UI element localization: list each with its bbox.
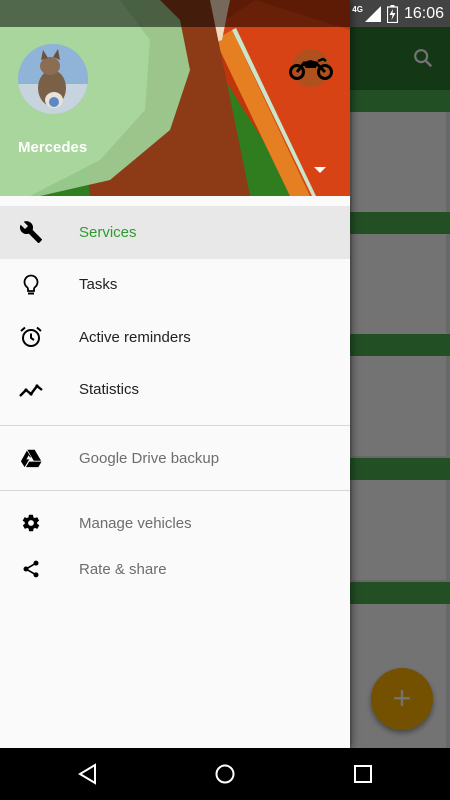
menu-item-label: Google Drive backup bbox=[79, 449, 220, 467]
motorcycle-icon[interactable] bbox=[286, 48, 336, 88]
wrench-icon bbox=[18, 219, 44, 245]
menu-item-google-drive-backup[interactable]: Google Drive backup bbox=[0, 435, 350, 481]
menu-item-services[interactable]: Services bbox=[0, 206, 350, 259]
avatar[interactable] bbox=[18, 44, 88, 114]
home-icon[interactable] bbox=[212, 761, 238, 787]
cat-photo bbox=[18, 44, 88, 114]
menu-item-label: Active reminders bbox=[79, 328, 191, 346]
status-bar: 4G 16:06 bbox=[0, 0, 450, 27]
share-icon bbox=[18, 556, 44, 582]
recents-icon[interactable] bbox=[350, 761, 376, 787]
alarm-clock-icon bbox=[18, 324, 44, 350]
status-time: 16:06 bbox=[403, 4, 444, 22]
drawer-menu: Services Tasks Active reminders Statisti… bbox=[0, 206, 350, 416]
chevron-down-icon[interactable] bbox=[308, 160, 332, 180]
account-name[interactable]: Mercedes bbox=[18, 139, 87, 156]
gear-icon bbox=[18, 510, 44, 536]
menu-item-active-reminders[interactable]: Active reminders bbox=[0, 311, 350, 364]
google-drive-icon bbox=[18, 445, 44, 471]
battery-icon bbox=[386, 4, 398, 23]
signal-icon bbox=[364, 5, 381, 22]
menu-item-label: Tasks bbox=[79, 276, 118, 294]
menu-item-tasks[interactable]: Tasks bbox=[0, 259, 350, 312]
menu-item-label: Services bbox=[79, 223, 137, 241]
navigation-drawer: Mercedes Services Tasks Active reminders… bbox=[0, 0, 350, 748]
menu-item-label: Rate & share bbox=[79, 560, 167, 578]
menu-item-manage-vehicles[interactable]: Manage vehicles bbox=[0, 500, 350, 546]
drawer-header: Mercedes bbox=[0, 0, 350, 196]
back-icon[interactable] bbox=[75, 761, 101, 787]
divider bbox=[0, 425, 350, 426]
network-type: 4G bbox=[352, 5, 363, 14]
system-navigation-bar bbox=[0, 748, 450, 800]
menu-item-statistics[interactable]: Statistics bbox=[0, 364, 350, 417]
menu-item-label: Statistics bbox=[79, 381, 140, 399]
menu-item-rate-share[interactable]: Rate & share bbox=[0, 546, 350, 592]
divider bbox=[0, 490, 350, 491]
lightbulb-icon bbox=[18, 272, 44, 298]
trending-line-icon bbox=[18, 377, 44, 403]
menu-item-label: Manage vehicles bbox=[79, 514, 192, 532]
